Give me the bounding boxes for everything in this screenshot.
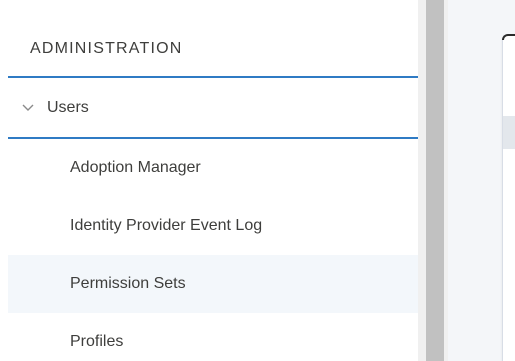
content-panel-edge	[502, 34, 515, 40]
content-panel-header	[503, 116, 515, 149]
chevron-down-icon[interactable]	[21, 101, 35, 115]
nav-group-users-label: Users	[47, 98, 89, 116]
nav-item-label: Permission Sets	[70, 275, 186, 292]
nav-item-permission-sets[interactable]: Permission Sets	[8, 255, 418, 313]
nav-item-label: Identity Provider Event Log	[70, 217, 263, 234]
content-panel	[502, 34, 515, 361]
sidebar-scrollbar-thumb[interactable]	[426, 0, 444, 361]
section-title-administration: ADMINISTRATION	[30, 40, 183, 57]
setup-sidebar: ADMINISTRATION Users Adoption Manager Id…	[0, 0, 418, 361]
nav-item-adoption-manager[interactable]: Adoption Manager	[8, 139, 418, 197]
nav-item-label: Adoption Manager	[70, 159, 201, 176]
nav-item-identity-provider-event-log[interactable]: Identity Provider Event Log	[8, 197, 418, 255]
nav-item-profiles[interactable]: Profiles	[8, 313, 418, 361]
nav-group-users[interactable]: Users	[8, 78, 418, 137]
nav-item-label: Profiles	[70, 333, 124, 350]
setup-window: ADMINISTRATION Users Adoption Manager Id…	[0, 0, 515, 361]
